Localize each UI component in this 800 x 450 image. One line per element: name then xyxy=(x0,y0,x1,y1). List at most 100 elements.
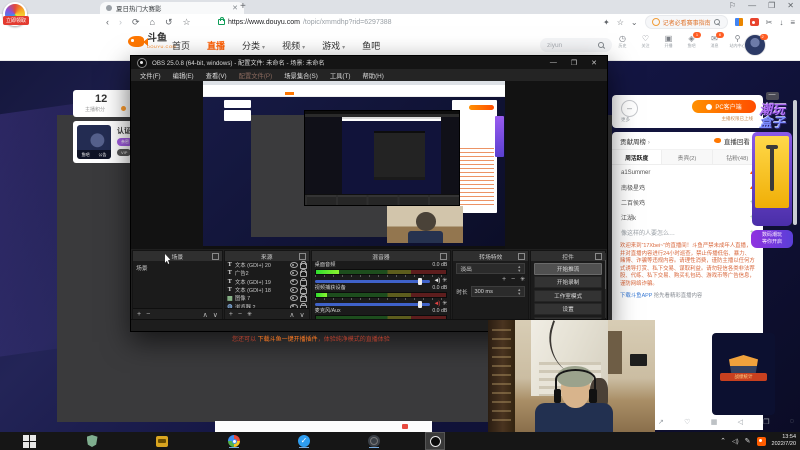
taskbar-clock[interactable]: 13:54 2022/7/20 xyxy=(772,434,796,448)
flash-icon[interactable]: ✦ xyxy=(603,18,610,27)
remove-source-button[interactable]: − xyxy=(238,311,242,318)
nav-item[interactable]: 鱼吧 xyxy=(362,39,380,52)
remove-transition-button[interactable]: − xyxy=(511,276,515,284)
visibility-eye-icon[interactable] xyxy=(289,303,298,308)
browser-tab[interactable]: 夏日热门大赛影 ✕ xyxy=(100,2,244,14)
danmu-send-icon[interactable] xyxy=(402,424,408,429)
source-row[interactable]: 文本 (GDI+) 20 xyxy=(225,261,309,270)
avatar-tab-notice[interactable]: 公告 xyxy=(99,152,107,158)
slider-knob[interactable] xyxy=(418,277,423,285)
source-down-button[interactable]: ∨ xyxy=(300,311,305,319)
dropdown-icon[interactable]: ⌄ xyxy=(631,18,638,27)
obs-menu-item[interactable]: 场景集合(S) xyxy=(284,71,318,80)
fan-tab[interactable]: 周活跃度 xyxy=(612,150,663,164)
transition-select[interactable]: 淡出 ▲ ▼ xyxy=(456,263,526,274)
lock-icon[interactable] xyxy=(299,302,307,308)
plugin-download-link[interactable]: 下载斗鱼一键开播插件 xyxy=(258,337,318,343)
obs-minimize-button[interactable]: — xyxy=(550,59,557,67)
add-transition-button[interactable]: + xyxy=(502,276,506,284)
tray-douyu-icon[interactable] xyxy=(756,436,766,446)
channel-settings-icon[interactable] xyxy=(442,300,447,308)
lock-icon[interactable] xyxy=(299,277,307,286)
sources-list[interactable]: 文本 (GDI+) 20 广告2 文本 (GDI+) 19 xyxy=(224,261,309,308)
player-icon[interactable]: ◌ xyxy=(790,418,794,426)
site-search-input[interactable]: ziyun xyxy=(540,38,612,52)
maximize-button[interactable]: ❐ xyxy=(768,1,775,10)
header-icon-item[interactable]: ◈ 鱼吧 1 xyxy=(683,32,701,49)
source-row[interactable]: 文本 (GDI+) 19 xyxy=(225,277,309,286)
obs-menu-item[interactable]: 配置文件(P) xyxy=(239,71,273,80)
player-icon[interactable]: ♡ xyxy=(684,418,690,426)
nav-item[interactable]: 直播 xyxy=(207,39,225,52)
player-icon[interactable]: ❐ xyxy=(763,418,769,426)
slider-knob[interactable] xyxy=(418,300,423,308)
promo-badge[interactable]: 立即领取 xyxy=(3,16,30,25)
obs-menu-item[interactable]: 工具(T) xyxy=(330,71,351,80)
obs-preview[interactable] xyxy=(131,81,607,249)
avatar-tab-yuba[interactable]: 鱼吧 xyxy=(82,152,90,158)
obs-control-button[interactable]: 工作室模式 xyxy=(534,289,603,302)
undo-icon[interactable]: ↺ xyxy=(165,17,173,28)
info-icon[interactable] xyxy=(121,106,126,111)
home-icon[interactable]: ⌂ xyxy=(150,17,155,27)
back-icon[interactable]: ‹ xyxy=(106,17,109,27)
webcam-overlay[interactable] xyxy=(488,320,655,432)
new-tab-button[interactable]: + xyxy=(240,1,246,12)
taskbar-security-app[interactable] xyxy=(85,434,99,448)
taskbar-obs-app[interactable] xyxy=(425,432,445,450)
popout-icon[interactable] xyxy=(595,253,603,260)
obs-close-button[interactable]: ✕ xyxy=(591,59,597,67)
volume-slider[interactable] xyxy=(314,277,431,285)
download-app-link[interactable]: 下载斗鱼APP xyxy=(620,293,652,299)
source-properties-icon[interactable] xyxy=(247,311,252,319)
popout-icon[interactable] xyxy=(518,253,526,260)
url-field[interactable]: https://www.douyu.com/topic/xmmdhp?rid=6… xyxy=(218,14,392,30)
download-icon[interactable]: ↓ xyxy=(779,18,783,27)
lock-icon[interactable] xyxy=(299,286,307,295)
fan-row[interactable]: a1Summer xyxy=(612,165,763,180)
popout-icon[interactable] xyxy=(440,253,448,260)
nav-item[interactable]: 视频 xyxy=(282,39,305,52)
duration-input[interactable]: 300 ms ▲ ▼ xyxy=(470,286,526,297)
toy-box-widget[interactable]: — 潮玩 盒子 数码潮玩 等你开启 xyxy=(748,91,796,248)
lock-icon[interactable] xyxy=(299,261,307,270)
obs-menu-item[interactable]: 文件(F) xyxy=(140,71,161,80)
obs-title-bar[interactable]: OBS 25.0.8 (64-bit, windows) - 配置文件: 未命名… xyxy=(131,56,607,69)
taskbar-messenger-app[interactable]: ✓ xyxy=(297,434,311,448)
fan-tab[interactable]: 贵宾(2) xyxy=(662,150,713,164)
tray-expand-icon[interactable]: ⌃ xyxy=(720,437,726,445)
header-icon-item[interactable]: ◷ 历史 xyxy=(614,34,631,49)
popout-icon[interactable] xyxy=(298,253,306,260)
visibility-eye-icon[interactable] xyxy=(289,287,298,294)
tray-volume-icon[interactable]: ◁) xyxy=(732,438,739,445)
danmu-input-bar[interactable] xyxy=(215,421,432,432)
favorite-icon[interactable]: ☆ xyxy=(617,18,624,27)
windows-start-button[interactable] xyxy=(22,434,36,448)
toy-box-caption[interactable]: 数码潮玩 等你开启 xyxy=(751,230,793,248)
player-icon[interactable]: ◁ xyxy=(738,418,743,426)
header-icon-item[interactable]: ♡ 关注 xyxy=(637,34,654,49)
player-icon[interactable]: ↗ xyxy=(658,418,664,426)
visibility-eye-icon[interactable] xyxy=(289,278,298,285)
fan-row[interactable]: 像这样的人要怎么… xyxy=(612,225,763,240)
hot-search-pill[interactable]: 记者必看赛事指南 xyxy=(644,15,728,29)
fan-row[interactable]: 二百侯鸡 xyxy=(612,195,763,210)
refresh-icon[interactable]: ⟳ xyxy=(132,17,140,28)
user-avatar[interactable]: 2 xyxy=(744,34,768,56)
lock-icon[interactable] xyxy=(299,269,307,278)
search-icon[interactable] xyxy=(598,41,605,49)
spinner-arrows-icon[interactable]: ▲ ▼ xyxy=(517,287,521,296)
header-icon-item[interactable]: ✉ 消息 6 xyxy=(706,32,724,49)
taskbar-browser-app[interactable] xyxy=(227,434,241,448)
source-up-button[interactable]: ∧ xyxy=(289,311,294,319)
taskbar-capture-app[interactable] xyxy=(155,434,169,448)
visibility-eye-icon[interactable] xyxy=(289,295,298,302)
nav-item[interactable]: 首页 xyxy=(172,39,190,52)
transition-settings-icon[interactable] xyxy=(520,276,525,284)
screenshot-icon[interactable]: ✂ xyxy=(766,18,773,27)
scene-up-button[interactable]: ∧ xyxy=(203,311,208,319)
scene-item[interactable]: 场景 xyxy=(133,261,222,274)
menu-icon[interactable]: ≡ xyxy=(790,18,795,27)
apps-grid-icon[interactable] xyxy=(734,18,743,26)
speaker-icon[interactable] xyxy=(433,300,439,308)
